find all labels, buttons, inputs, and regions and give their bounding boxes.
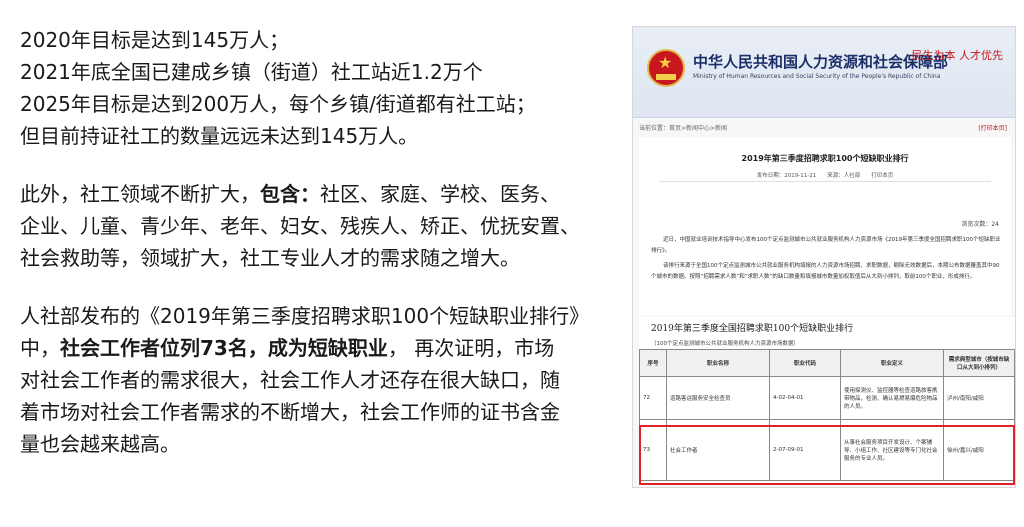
article: 2019年第三季度招聘求职100个短缺职业排行 发布日期：2019-11-21 … <box>639 137 1011 315</box>
article-paragraph: 该排行来源于全国100个定点监测城市公共就业服务机构填报的人力资源市场招聘、求职… <box>651 263 1000 280</box>
article-title: 2019年第三季度招聘求职100个短缺职业排行 <box>741 154 909 163</box>
emblem-base <box>656 74 676 80</box>
text-line: 中，社会工作者位列73名，成为短缺职业， 再次证明，市场 <box>20 332 640 364</box>
breadcrumb[interactable]: 当前位置：首页>新闻中心>新闻 <box>639 123 727 132</box>
bold-span: 社会工作者位列73名，成为短缺职业 <box>60 336 388 360</box>
table-cell: 泸州/南阳/咸阳 <box>943 376 1015 420</box>
column-header: 职业代码 <box>769 349 841 377</box>
ministry-header: ★ 中华人民共和国人力资源和社会保障部 Ministry of Human Re… <box>633 27 1015 118</box>
table-cell: 72 <box>639 376 667 420</box>
table-cell: 使用探测仪、监控器等检查道路旅客携带物品，检测、确认易燃易爆危险物品的人员。 <box>840 376 944 420</box>
text-span: 社区、家庭、学校、医务、 <box>320 182 560 206</box>
ministry-name: 中华人民共和国人力资源和社会保障部 <box>693 53 949 71</box>
ministry-name-en: Ministry of Human Resources and Social S… <box>693 73 941 80</box>
national-emblem-icon: ★ <box>647 49 685 87</box>
highlight-box <box>639 425 1015 485</box>
column-header: 序号 <box>639 349 667 377</box>
column-header: 职业名称 <box>666 349 770 377</box>
text-line: 对社会工作者的需求很大，社会工作人才还存在很大缺口，随 <box>20 368 560 392</box>
text-line: 着市场对社会工作者需求的不断增大，社会工作师的证书含金 <box>20 400 560 424</box>
embedded-screenshot: ★ 中华人民共和国人力资源和社会保障部 Ministry of Human Re… <box>632 26 1016 488</box>
text-line: 2021年底全国已建成乡镇（街道）社工站近1.2万个 <box>20 60 483 84</box>
article-body: 近日，中国就业培训技术指导中心发布100个定点监测城市公共就业服务机构人力资源市… <box>651 235 1003 287</box>
paragraph-fields: 此外，社工领域不断扩大，包含：社区、家庭、学校、医务、 企业、儿童、青少年、老年… <box>20 178 640 274</box>
column-header: 需求典型城市（按城市缺口从大到小排列） <box>943 349 1015 377</box>
main-text: 2020年目标是达到145万人； 2021年底全国已建成乡镇（街道）社工站近1.… <box>20 24 640 486</box>
text-line: 量也会越来越高。 <box>20 432 180 456</box>
table-row: 72 道路客运服务安全检查员 4-02-04-01 使用探测仪、监控器等检查道路… <box>639 376 1015 420</box>
text-line: 2025年目标是达到200万人，每个乡镇/街道都有社工站； <box>20 92 536 116</box>
shortage-table-image: 2019年第三季度全国招聘求职100个短缺职业排行 （100个定点监测城市公共就… <box>639 317 1015 485</box>
slogan: 民生为本 人才优先 <box>911 49 1004 62</box>
paragraph-shortage: 人社部发布的《2019年第三季度招聘求职100个短缺职业排行》 中，社会工作者位… <box>20 300 640 460</box>
table-cell: 道路客运服务安全检查员 <box>666 376 770 420</box>
article-meta: 发布日期：2019-11-21 来源：人社部 打印本页 <box>756 173 894 179</box>
table-header-row: 序号 职业名称 职业代码 职业定义 需求典型城市（按城市缺口从大到小排列） <box>639 349 1015 377</box>
text-line: 社会救助等，领域扩大，社工专业人才的需求随之增大。 <box>20 246 520 270</box>
table-cell: 4-02-04-01 <box>769 376 841 420</box>
paragraph-targets: 2020年目标是达到145万人； 2021年底全国已建成乡镇（街道）社工站近1.… <box>20 24 640 152</box>
table-title: 2019年第三季度全国招聘求职100个短缺职业排行 <box>651 324 854 334</box>
text-line: 此外，社工领域不断扩大，包含：社区、家庭、学校、医务、 <box>20 178 640 210</box>
star-icon: ★ <box>658 53 673 72</box>
article-paragraph: 近日，中国就业培训技术指导中心发布100个定点监测城市公共就业服务机构人力资源市… <box>651 237 1001 254</box>
bold-span: 包含： <box>260 182 320 206</box>
view-count: 浏览次数：24 <box>961 221 999 228</box>
text-span: 中， <box>20 336 60 360</box>
text-line: 但目前持证社工的数量远远未达到145万人。 <box>20 124 419 148</box>
text-line: 人社部发布的《2019年第三季度招聘求职100个短缺职业排行》 <box>20 304 590 328</box>
text-span: 此外，社工领域不断扩大， <box>20 182 260 206</box>
table-subtitle: （100个定点监测城市公共就业服务机构人力资源市场数据） <box>651 341 799 347</box>
divider <box>659 181 991 182</box>
text-line: 2020年目标是达到145万人； <box>20 28 290 52</box>
print-link[interactable]: [打印本页] <box>978 123 1007 132</box>
column-header: 职业定义 <box>840 349 944 377</box>
text-span: ， 再次证明，市场 <box>387 336 555 360</box>
text-line: 企业、儿童、青少年、老年、妇女、残疾人、矫正、优抚安置、 <box>20 214 580 238</box>
